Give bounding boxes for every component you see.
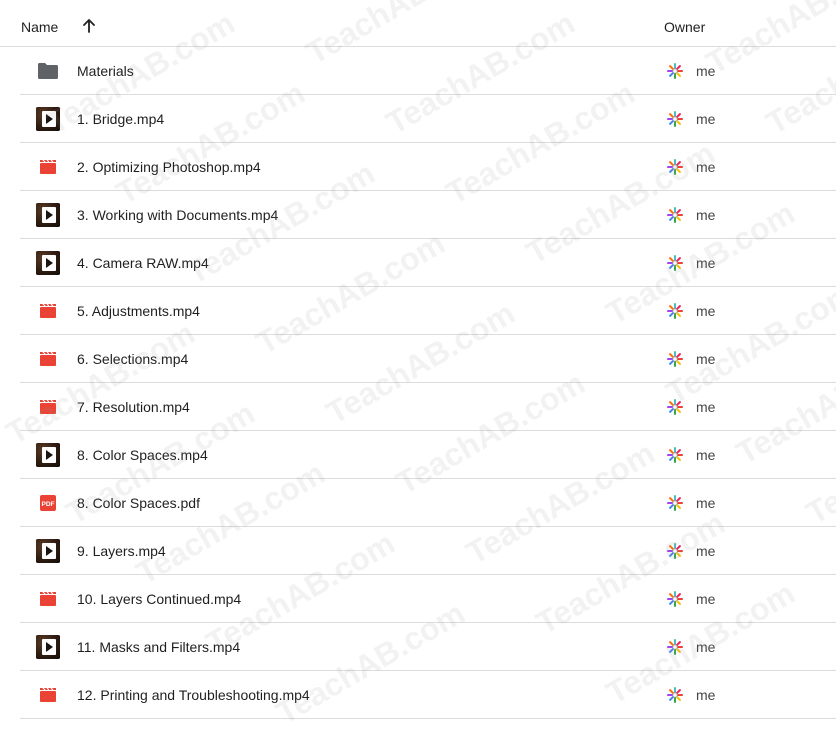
owner-label: me xyxy=(696,639,716,655)
file-name[interactable]: Materials xyxy=(77,63,134,79)
file-name[interactable]: 8. Color Spaces.pdf xyxy=(77,495,200,511)
file-row[interactable]: 1. Bridge.mp4 me xyxy=(20,95,836,143)
video-thumbnail xyxy=(36,539,60,563)
owner-label: me xyxy=(696,63,716,79)
file-row[interactable]: 7. Resolution.mp4 me xyxy=(20,383,836,431)
file-name[interactable]: 2. Optimizing Photoshop.mp4 xyxy=(77,159,261,175)
file-row[interactable]: 6. Selections.mp4 me xyxy=(20,335,836,383)
owner-label: me xyxy=(696,687,716,703)
video-thumbnail xyxy=(36,251,60,275)
file-name[interactable]: 7. Resolution.mp4 xyxy=(77,399,190,415)
file-row[interactable]: 4. Camera RAW.mp4 me xyxy=(20,239,836,287)
folder-icon xyxy=(36,59,60,83)
file-row[interactable]: 10. Layers Continued.mp4 me xyxy=(20,575,836,623)
file-name[interactable]: 11. Masks and Filters.mp4 xyxy=(77,639,240,655)
video-thumbnail xyxy=(36,107,60,131)
file-row[interactable]: 11. Masks and Filters.mp4 me xyxy=(20,623,836,671)
owner-label: me xyxy=(696,255,716,271)
file-name[interactable]: 8. Color Spaces.mp4 xyxy=(77,447,208,463)
owner-label: me xyxy=(696,111,716,127)
owner-label: me xyxy=(696,159,716,175)
video-icon xyxy=(36,587,60,611)
file-name[interactable]: 4. Camera RAW.mp4 xyxy=(77,255,209,271)
owner-label: me xyxy=(696,495,716,511)
file-name[interactable]: 5. Adjustments.mp4 xyxy=(77,303,200,319)
owner-label: me xyxy=(696,207,716,223)
owner-label: me xyxy=(696,399,716,415)
file-name[interactable]: 1. Bridge.mp4 xyxy=(77,111,164,127)
owner-avatar-icon xyxy=(667,399,683,415)
owner-avatar-icon xyxy=(667,159,683,175)
owner-avatar-icon xyxy=(667,207,683,223)
video-icon xyxy=(36,683,60,707)
arrow-up-icon[interactable] xyxy=(80,17,98,35)
video-thumbnail xyxy=(36,443,60,467)
owner-avatar-icon xyxy=(667,543,683,559)
file-row[interactable]: 3. Working with Documents.mp4 me xyxy=(20,191,836,239)
owner-label: me xyxy=(696,543,716,559)
owner-avatar-icon xyxy=(667,111,683,127)
owner-avatar-icon xyxy=(667,687,683,703)
video-icon xyxy=(36,155,60,179)
owner-label: me xyxy=(696,351,716,367)
file-name[interactable]: 9. Layers.mp4 xyxy=(77,543,166,559)
owner-avatar-icon xyxy=(667,639,683,655)
file-row[interactable]: PDF 8. Color Spaces.pdf me xyxy=(20,479,836,527)
file-row[interactable]: 8. Color Spaces.mp4 me xyxy=(20,431,836,479)
file-row[interactable]: 2. Optimizing Photoshop.mp4 me xyxy=(20,143,836,191)
video-thumbnail xyxy=(36,203,60,227)
file-name[interactable]: 12. Printing and Troubleshooting.mp4 xyxy=(77,687,310,703)
file-row[interactable]: 12. Printing and Troubleshooting.mp4 me xyxy=(20,671,836,719)
svg-text:PDF: PDF xyxy=(42,501,55,508)
video-thumbnail xyxy=(36,635,60,659)
file-name[interactable]: 3. Working with Documents.mp4 xyxy=(77,207,278,223)
owner-avatar-icon xyxy=(667,351,683,367)
owner-avatar-icon xyxy=(667,303,683,319)
file-name[interactable]: 10. Layers Continued.mp4 xyxy=(77,591,241,607)
video-icon xyxy=(36,347,60,371)
file-list: Materials me 1. Bridge.mp4 me 2. Optimizing … xyxy=(0,47,836,719)
owner-label: me xyxy=(696,447,716,463)
file-row[interactable]: Materials me xyxy=(20,47,836,95)
owner-label: me xyxy=(696,303,716,319)
owner-avatar-icon xyxy=(667,495,683,511)
owner-label: me xyxy=(696,591,716,607)
file-row[interactable]: 9. Layers.mp4 me xyxy=(20,527,836,575)
owner-avatar-icon xyxy=(667,63,683,79)
owner-avatar-icon xyxy=(667,447,683,463)
file-row[interactable]: 5. Adjustments.mp4 me xyxy=(20,287,836,335)
column-header-owner[interactable]: Owner xyxy=(664,19,705,35)
video-icon xyxy=(36,299,60,323)
owner-avatar-icon xyxy=(667,255,683,271)
file-name[interactable]: 6. Selections.mp4 xyxy=(77,351,188,367)
column-header-name[interactable]: Name xyxy=(21,19,58,35)
video-icon xyxy=(36,395,60,419)
owner-avatar-icon xyxy=(667,591,683,607)
pdf-icon: PDF xyxy=(36,491,60,515)
file-list-header: Name Owner xyxy=(0,0,836,47)
